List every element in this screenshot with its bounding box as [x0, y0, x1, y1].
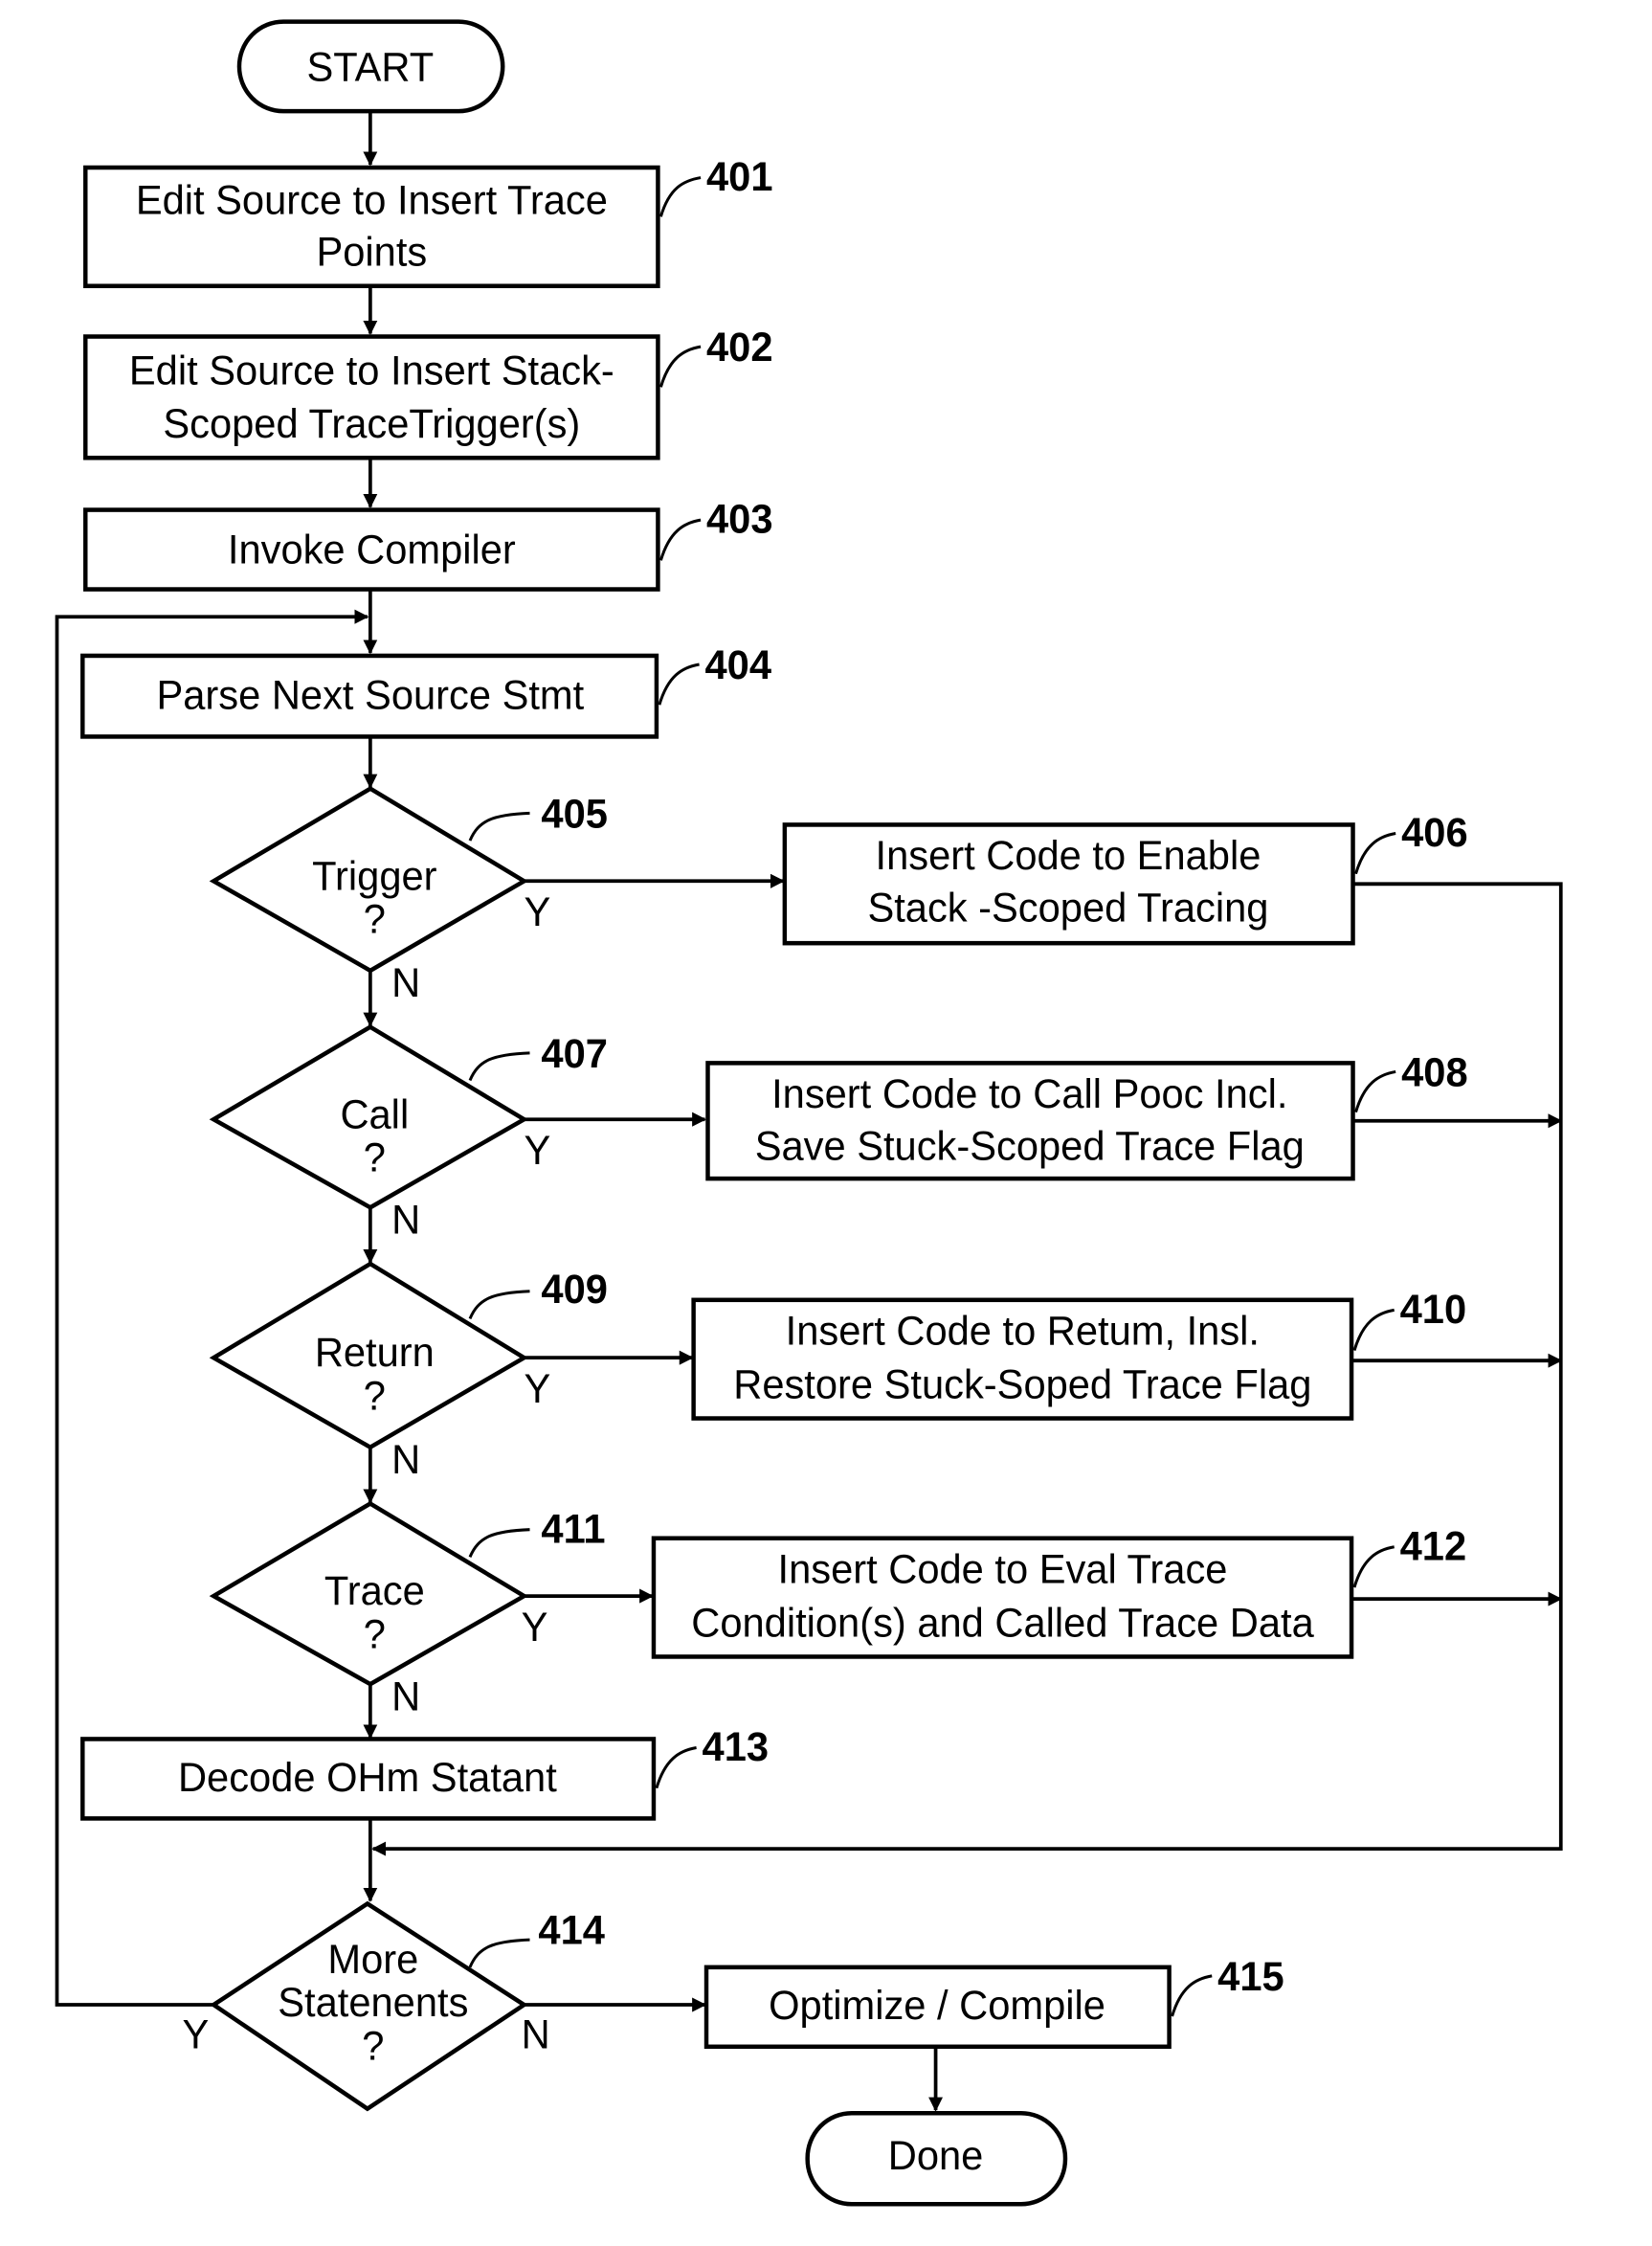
ref-405: 405 [541, 791, 607, 836]
decision-411-no: N [391, 1673, 420, 1718]
step-401-line2: Points [316, 229, 427, 274]
step-408-line1: Insert Code to Call Pooc Incl. [771, 1071, 1287, 1116]
decision-405-yes: Y [525, 889, 551, 934]
ref-406: 406 [1401, 810, 1467, 855]
decision-405: Trigger ? 405 Y N [209, 786, 608, 1005]
ref-409: 409 [541, 1267, 607, 1312]
decision-411-line2: ? [364, 1611, 386, 1656]
step-408-line2: Save Stuck-Scoped Trace Flag [755, 1123, 1305, 1168]
start-label: START [307, 44, 435, 89]
step-403: Invoke Compiler 403 [83, 496, 773, 592]
ref-412: 412 [1400, 1523, 1466, 1568]
decision-407-line1: Call [340, 1091, 409, 1136]
step-406-line1: Insert Code to Enable [876, 833, 1261, 878]
decision-411: Trace ? 411 Y N [209, 1500, 606, 1718]
step-403-label: Invoke Compiler [228, 527, 516, 572]
step-402-line2: Scoped TraceTrigger(s) [163, 401, 580, 446]
step-404: Parse Next Source Stmt 404 [80, 642, 772, 739]
decision-414-yes: Y [182, 2011, 209, 2056]
step-402-line1: Edit Source to Insert Stack- [129, 348, 614, 393]
step-415: Optimize / Compile 415 [703, 1954, 1284, 2050]
step-410-line2: Restore Stuck-Soped Trace Flag [733, 1361, 1311, 1406]
step-415-label: Optimize / Compile [769, 1983, 1105, 2028]
ref-403: 403 [706, 496, 772, 541]
step-408: Insert Code to Call Pooc Incl. Save Stuc… [705, 1049, 1468, 1181]
decision-411-yes: Y [522, 1605, 548, 1650]
step-402: Edit Source to Insert Stack- Scoped Trac… [83, 325, 773, 460]
done-terminator: Done [805, 2110, 1068, 2207]
decision-414-line2: Statenents [278, 1980, 468, 2025]
step-401-line1: Edit Source to Insert Trace [136, 177, 608, 222]
decision-405-line1: Trigger [312, 853, 436, 898]
step-401: Edit Source to Insert Trace Points 401 [83, 154, 773, 288]
decision-407-line2: ? [364, 1134, 386, 1179]
decision-411-line1: Trace [324, 1568, 425, 1613]
step-413-label: Decode OHm Statant [178, 1755, 557, 1800]
decision-409-yes: Y [525, 1366, 551, 1411]
decision-414-line3: ? [362, 2023, 384, 2068]
step-412-line2: Condition(s) and Called Trace Data [691, 1600, 1314, 1645]
ref-411: 411 [541, 1506, 605, 1551]
step-413: Decode OHm Statant 413 [80, 1724, 769, 1821]
step-412-line1: Insert Code to Eval Trace [778, 1546, 1228, 1591]
ref-414: 414 [538, 1907, 605, 1952]
step-406-line2: Stack -Scoped Tracing [867, 885, 1268, 930]
done-label: Done [888, 2133, 984, 2178]
decision-409-line2: ? [364, 1373, 386, 1418]
decision-414-no: N [522, 2011, 550, 2056]
decision-414-line1: More [327, 1937, 418, 1982]
decision-409-no: N [391, 1437, 420, 1482]
decision-407-no: N [391, 1197, 420, 1242]
decision-405-line2: ? [364, 896, 386, 941]
start-terminator: START [236, 19, 505, 114]
step-410-line1: Insert Code to Retum, Insl. [786, 1308, 1260, 1353]
decision-407: Call ? 407 Y N [209, 1024, 608, 1242]
step-410: Insert Code to Retum, Insl. Restore Stuc… [691, 1287, 1466, 1421]
decision-407-yes: Y [525, 1128, 551, 1173]
ref-408: 408 [1401, 1049, 1467, 1094]
step-412: Insert Code to Eval Trace Condition(s) a… [651, 1523, 1466, 1659]
ref-413: 413 [703, 1724, 769, 1769]
step-406: Insert Code to Enable Stack -Scoped Trac… [782, 810, 1468, 946]
decision-409-line1: Return [315, 1330, 435, 1375]
step-404-label: Parse Next Source Stmt [157, 673, 585, 718]
ref-407: 407 [541, 1031, 607, 1076]
flowchart: START Edit Source to Insert Trace Points [55, 19, 1563, 2207]
ref-401: 401 [706, 154, 772, 199]
decision-405-no: N [391, 960, 420, 1005]
ref-410: 410 [1400, 1287, 1466, 1332]
ref-404: 404 [705, 642, 772, 687]
decision-409: Return ? 409 Y N [209, 1261, 608, 1482]
ref-402: 402 [706, 325, 772, 370]
ref-415: 415 [1217, 1954, 1284, 1999]
